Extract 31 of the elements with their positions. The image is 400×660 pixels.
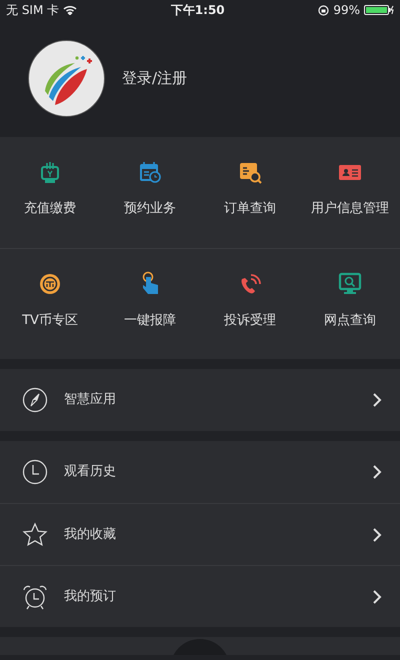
chevron-right-icon: [372, 526, 382, 542]
menu-row[interactable]: 智慧应用: [0, 369, 400, 431]
compass-icon: [22, 387, 48, 413]
star-icon: [22, 522, 48, 548]
clock-icon: [22, 459, 48, 485]
menu-label: 我的预订: [64, 588, 117, 606]
login-link[interactable]: 登录/注册: [122, 67, 188, 90]
service-item[interactable]: 订单查询: [200, 137, 300, 248]
menu-row[interactable]: 观看历史: [0, 441, 400, 503]
wifi-icon: [63, 5, 78, 15]
battery-icon: [364, 5, 394, 15]
battery-label: 99%: [333, 2, 360, 19]
menu-row[interactable]: 我的收藏: [0, 503, 400, 565]
chevron-right-icon: [372, 464, 382, 480]
service-item[interactable]: 投诉受理: [200, 249, 300, 359]
service-item[interactable]: 充值缴费: [0, 137, 100, 248]
alarm-clock-icon: [22, 584, 48, 610]
menu-label: 观看历史: [64, 463, 117, 482]
chevron-right-icon: [372, 392, 382, 408]
menu-row[interactable]: 我的预订: [0, 565, 400, 627]
carrier-label: 无 SIM 卡: [6, 2, 60, 19]
menu-label: 我的收藏: [64, 526, 117, 544]
service-item[interactable]: 用户信息管理: [300, 137, 400, 248]
time-label: 下午1:50: [170, 2, 226, 19]
service-item[interactable]: 一键报障: [100, 249, 200, 359]
service-item[interactable]: 预约业务: [100, 137, 200, 248]
chevron-right-icon: [372, 588, 382, 604]
service-item[interactable]: 网点查询: [300, 249, 400, 359]
menu-label: 智慧应用: [64, 391, 117, 410]
service-item[interactable]: TV币专区: [0, 249, 100, 359]
rotation-lock-icon: [318, 4, 330, 16]
